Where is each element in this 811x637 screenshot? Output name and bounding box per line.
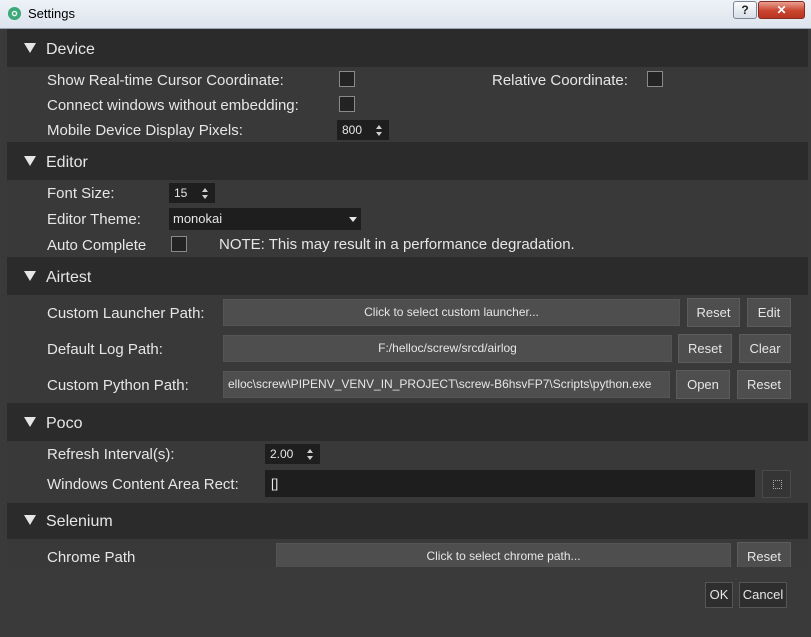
custom-python-path-field[interactable]: elloc\screw\PIPENV_VENV_IN_PROJECT\screw… bbox=[223, 371, 670, 398]
spin-up-icon[interactable] bbox=[307, 449, 313, 453]
content-area-rect-input[interactable]: [] bbox=[265, 470, 755, 497]
refresh-interval-value: 2.00 bbox=[270, 447, 294, 461]
spin-down-icon[interactable] bbox=[376, 132, 382, 136]
launcher-edit-button[interactable]: Edit bbox=[747, 298, 791, 327]
section-title-poco: Poco bbox=[46, 415, 83, 432]
chrome-path-button[interactable]: Click to select chrome path... bbox=[276, 543, 731, 567]
settings-content: Device Show Real-time Cursor Coordinate:… bbox=[7, 29, 808, 567]
spin-down-icon[interactable] bbox=[307, 456, 313, 460]
section-body-selenium: Chrome Path Click to select chrome path.… bbox=[7, 539, 808, 567]
section-title-editor: Editor bbox=[46, 154, 88, 171]
default-log-label: Default Log Path: bbox=[47, 341, 163, 358]
refresh-interval-label: Refresh Interval(s): bbox=[47, 446, 175, 463]
log-reset-button[interactable]: Reset bbox=[678, 334, 732, 363]
section-body-poco: Refresh Interval(s): 2.00 Windows Conten… bbox=[7, 441, 808, 503]
section-header-selenium[interactable]: Selenium bbox=[7, 503, 808, 539]
editor-theme-select[interactable]: monokai bbox=[169, 208, 361, 230]
content-area-rect-label: Windows Content Area Rect: bbox=[47, 476, 239, 493]
select-area-icon bbox=[773, 480, 782, 489]
show-cursor-checkbox[interactable] bbox=[339, 71, 355, 87]
chrome-path-label: Chrome Path bbox=[47, 549, 136, 566]
font-size-value: 15 bbox=[174, 186, 188, 200]
log-clear-button[interactable]: Clear bbox=[739, 334, 791, 363]
python-open-button[interactable]: Open bbox=[676, 370, 730, 399]
connect-windows-label: Connect windows without embedding: bbox=[47, 97, 299, 114]
collapse-arrow-icon[interactable] bbox=[24, 271, 36, 281]
custom-launcher-path-button[interactable]: Click to select custom launcher... bbox=[223, 299, 680, 326]
spin-up-icon[interactable] bbox=[202, 188, 208, 192]
spin-down-icon[interactable] bbox=[202, 195, 208, 199]
chrome-reset-button[interactable]: Reset bbox=[737, 542, 791, 567]
title-bar: Settings ? ✕ bbox=[0, 0, 811, 29]
collapse-arrow-icon[interactable] bbox=[24, 417, 36, 427]
mobile-pixels-spinbox[interactable]: 800 bbox=[337, 120, 389, 140]
custom-launcher-label: Custom Launcher Path: bbox=[47, 305, 205, 322]
select-rect-button[interactable] bbox=[762, 470, 791, 498]
chevron-down-icon[interactable] bbox=[349, 217, 357, 222]
collapse-arrow-icon[interactable] bbox=[24, 515, 36, 525]
section-title-device: Device bbox=[46, 41, 95, 58]
collapse-arrow-icon[interactable] bbox=[24, 156, 36, 166]
auto-complete-checkbox[interactable] bbox=[171, 236, 187, 252]
collapse-arrow-icon[interactable] bbox=[24, 43, 36, 53]
section-title-airtest: Airtest bbox=[46, 269, 92, 286]
section-header-device[interactable]: Device bbox=[7, 31, 808, 67]
editor-theme-label: Editor Theme: bbox=[47, 211, 141, 228]
editor-theme-value: monokai bbox=[173, 211, 223, 226]
font-size-label: Font Size: bbox=[47, 185, 115, 202]
auto-complete-label: Auto Complete bbox=[47, 237, 147, 254]
cancel-button[interactable]: Cancel bbox=[739, 582, 787, 608]
section-body-device: Show Real-time Cursor Coordinate: Relati… bbox=[7, 67, 808, 142]
window-title: Settings bbox=[28, 6, 75, 21]
launcher-reset-button[interactable]: Reset bbox=[687, 298, 740, 327]
mobile-pixels-label: Mobile Device Display Pixels: bbox=[47, 122, 243, 139]
settings-gear-icon bbox=[7, 6, 22, 21]
ok-button[interactable]: OK bbox=[705, 582, 733, 608]
help-button[interactable]: ? bbox=[733, 1, 757, 19]
relative-coordinate-label: Relative Coordinate: bbox=[492, 72, 628, 89]
mobile-pixels-value: 800 bbox=[342, 123, 363, 137]
performance-note: NOTE: This may result in a performance d… bbox=[219, 236, 575, 253]
font-size-spinbox[interactable]: 15 bbox=[169, 183, 215, 203]
custom-python-label: Custom Python Path: bbox=[47, 377, 189, 394]
section-header-poco[interactable]: Poco bbox=[7, 405, 808, 441]
section-header-airtest[interactable]: Airtest bbox=[7, 259, 808, 295]
connect-windows-checkbox[interactable] bbox=[339, 96, 355, 112]
section-title-selenium: Selenium bbox=[46, 513, 113, 530]
spin-up-icon[interactable] bbox=[376, 125, 382, 129]
section-header-editor[interactable]: Editor bbox=[7, 144, 808, 180]
python-reset-button[interactable]: Reset bbox=[737, 370, 791, 399]
relative-coordinate-checkbox[interactable] bbox=[647, 71, 663, 87]
default-log-path-button[interactable]: F:/helloc/screw/srcd/airlog bbox=[223, 335, 672, 362]
section-body-editor: Font Size: 15 Editor Theme: monokai Auto… bbox=[7, 180, 808, 257]
close-button[interactable]: ✕ bbox=[758, 1, 805, 19]
section-body-airtest: Custom Launcher Path: Click to select cu… bbox=[7, 295, 808, 403]
show-cursor-label: Show Real-time Cursor Coordinate: bbox=[47, 72, 284, 89]
refresh-interval-spinbox[interactable]: 2.00 bbox=[265, 444, 320, 464]
